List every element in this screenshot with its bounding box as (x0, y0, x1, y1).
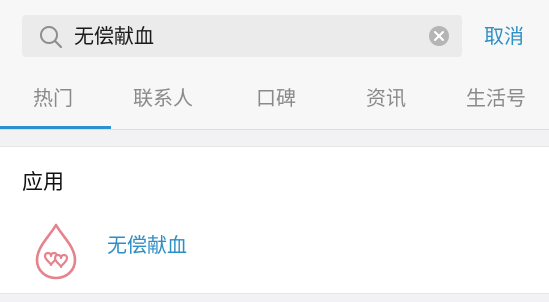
search-icon (40, 26, 63, 49)
active-tab-indicator (0, 126, 111, 129)
section-title: 应用 (22, 170, 64, 194)
result-tabs: 热门 联系人 口碑 资讯 生活号 (0, 70, 549, 130)
tab-hot[interactable]: 热门 (33, 84, 73, 112)
clear-icon[interactable] (428, 25, 450, 47)
search-header: 无偿献血 取消 (0, 0, 549, 70)
app-name: 无偿献血 (107, 233, 187, 257)
tab-news[interactable]: 资讯 (366, 84, 406, 112)
tab-contacts[interactable]: 联系人 (133, 84, 193, 112)
app-result-item[interactable]: 无偿献血 (0, 215, 549, 281)
cancel-button[interactable]: 取消 (484, 22, 524, 50)
blood-drop-hearts-icon (35, 223, 77, 280)
search-input[interactable]: 无偿献血 (22, 15, 462, 57)
tab-life-accounts[interactable]: 生活号 (466, 84, 526, 112)
tab-reviews[interactable]: 口碑 (256, 84, 296, 112)
apps-result-section: 应用 无偿献血 (0, 146, 549, 294)
search-query-text: 无偿献血 (74, 24, 154, 48)
